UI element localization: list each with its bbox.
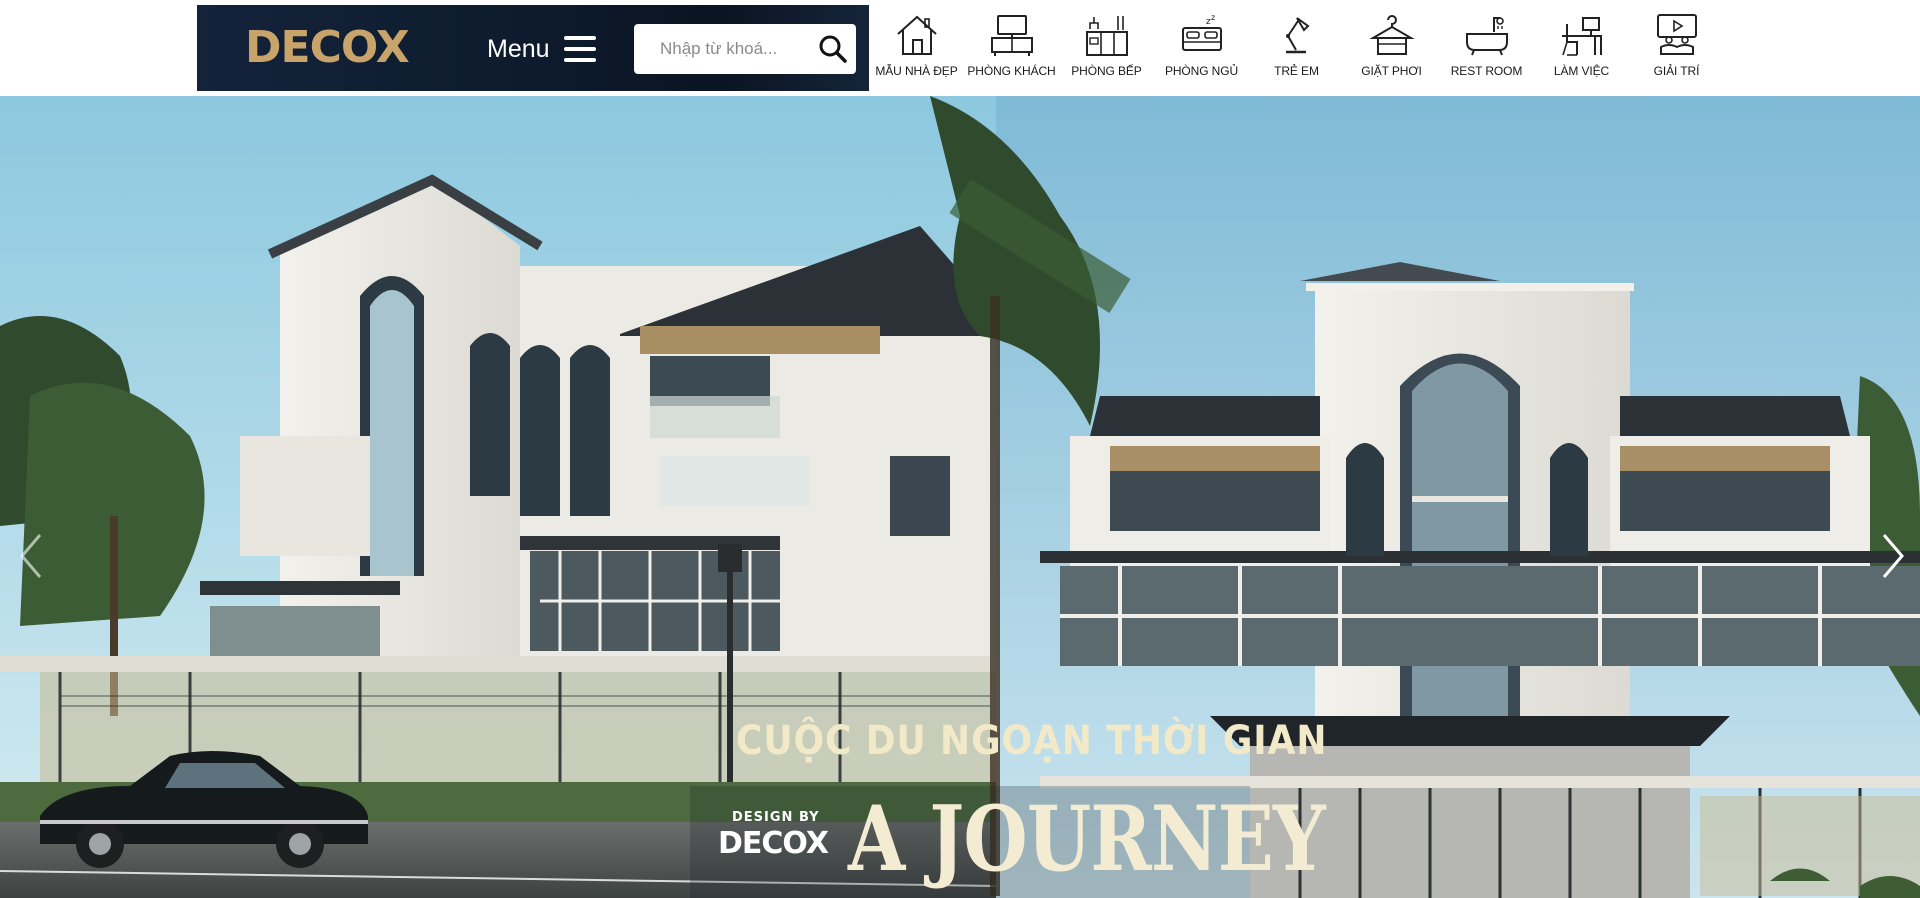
search-box — [634, 24, 856, 74]
category-label: GIẢI TRÍ — [1653, 64, 1700, 78]
category-lam-viec[interactable]: LÀM VIỆC — [1534, 12, 1629, 86]
category-label: TRẺ EM — [1274, 64, 1319, 78]
hero-logo: DECOX — [718, 826, 829, 861]
slider-next-button[interactable] — [1868, 521, 1916, 591]
hero-subtitle: CUỘC DU NGOẠN THỜI GIAN — [736, 718, 1328, 764]
slider-prev-button[interactable] — [8, 521, 56, 591]
desk-lamp-icon — [1285, 17, 1310, 54]
menu-button[interactable]: Menu — [487, 31, 596, 67]
hamburger-icon — [563, 36, 596, 62]
hero-banner: CUỘC DU NGOẠN THỜI GIAN DESIGN BY DECOX … — [0, 96, 1920, 898]
menu-label: Menu — [487, 34, 550, 63]
bed-icon: z z — [1181, 13, 1222, 51]
category-label: PHÒNG KHÁCH — [967, 64, 1056, 78]
brand-bar: DECOX Menu — [197, 5, 869, 91]
bathtub-icon — [1465, 17, 1508, 56]
hanger-icon — [1368, 15, 1415, 55]
category-label: PHÒNG NGỦ — [1164, 64, 1239, 78]
category-giai-tri[interactable]: GIẢI TRÍ — [1629, 12, 1724, 86]
design-by-label: DESIGN BY — [732, 810, 820, 825]
workstation-icon — [1561, 17, 1602, 56]
category-phong-ngu[interactable]: z z PHÒNG NGỦ — [1154, 12, 1249, 86]
category-mau-nha-dep[interactable]: MẪU NHÀ ĐẸP — [869, 12, 964, 86]
house-icon — [896, 15, 937, 55]
category-label: PHÒNG BẾP — [1071, 64, 1142, 78]
chevron-right-icon — [1882, 534, 1904, 578]
category-phong-bep[interactable]: PHÒNG BẾP — [1059, 12, 1154, 86]
site-logo[interactable]: DECOX — [245, 23, 415, 73]
category-label: REST ROOM — [1450, 64, 1523, 78]
category-label: LÀM VIỆC — [1553, 64, 1610, 78]
hero-caption: CUỘC DU NGOẠN THỜI GIAN DESIGN BY DECOX … — [700, 718, 1326, 898]
category-giat-phoi[interactable]: GIẶT PHƠI — [1344, 12, 1439, 86]
site-header: DECOX Menu MẪU NHÀ ĐẸP — [0, 0, 1920, 96]
hero-title: A JOURNEY — [848, 786, 1326, 892]
svg-text:z: z — [1211, 13, 1215, 22]
search-button[interactable] — [816, 32, 850, 66]
category-nav: MẪU NHÀ ĐẸP PHÒNG KHÁCH PHÒNG BẾP z z PH… — [869, 12, 1724, 86]
search-input[interactable] — [646, 24, 806, 74]
tv-cabinet-icon — [990, 15, 1033, 56]
kitchen-icon — [1085, 16, 1128, 56]
category-label: MẪU NHÀ ĐẸP — [875, 64, 958, 78]
chevron-left-icon — [20, 534, 42, 578]
category-rest-room[interactable]: REST ROOM — [1439, 12, 1534, 86]
search-icon — [819, 35, 847, 63]
category-phong-khach[interactable]: PHÒNG KHÁCH — [964, 12, 1059, 86]
category-label: GIẶT PHƠI — [1361, 64, 1422, 78]
home-theater-icon — [1656, 14, 1697, 55]
category-tre-em[interactable]: TRẺ EM — [1249, 12, 1344, 86]
